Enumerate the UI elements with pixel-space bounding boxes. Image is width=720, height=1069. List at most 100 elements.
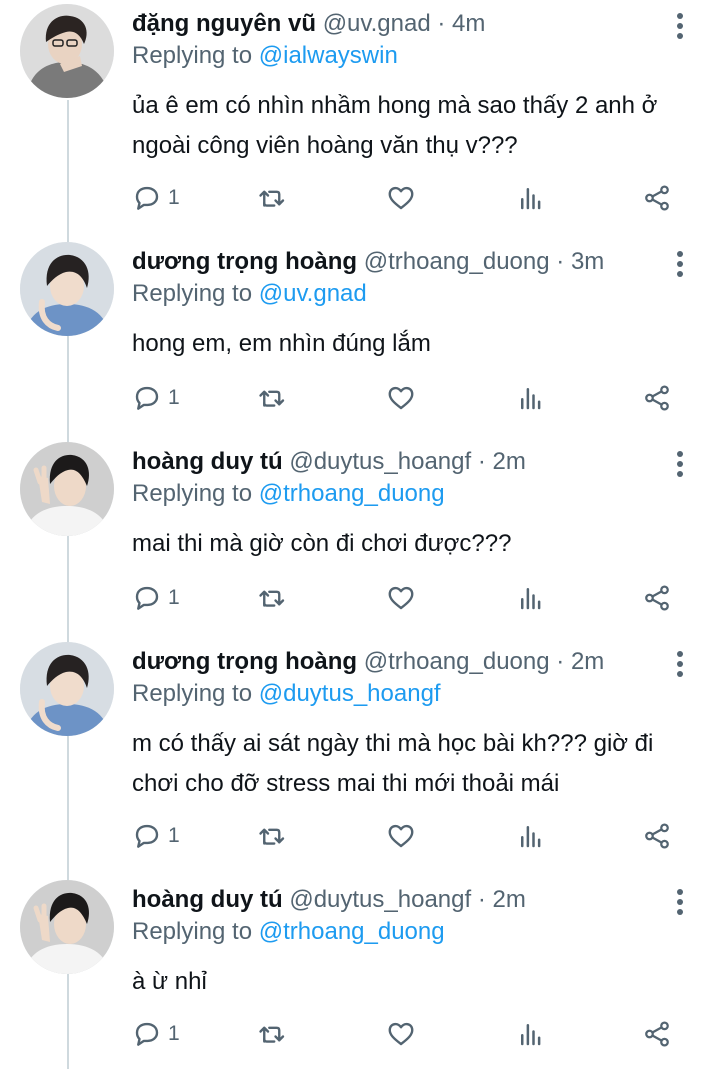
replying-label: Replying to bbox=[132, 918, 253, 945]
user-handle[interactable]: @duytus_hoangf bbox=[289, 886, 471, 913]
like-button[interactable] bbox=[386, 818, 416, 854]
reply-count: 1 bbox=[168, 386, 180, 409]
user-handle[interactable]: @trhoang_duong bbox=[364, 648, 550, 675]
share-button[interactable] bbox=[642, 1016, 672, 1052]
reply-button[interactable]: 1 bbox=[132, 380, 180, 416]
replying-to: Replying to @uv.gnad bbox=[132, 278, 367, 310]
share-icon bbox=[645, 585, 669, 611]
reply-count: 1 bbox=[168, 186, 180, 209]
tweet-text: hong em, em nhìn đúng lắm bbox=[132, 330, 431, 357]
user-handle[interactable]: @uv.gnad bbox=[323, 10, 431, 37]
retweet-button[interactable] bbox=[256, 580, 290, 616]
timestamp[interactable]: 2m bbox=[493, 886, 526, 913]
retweet-icon bbox=[259, 590, 285, 607]
tweet-actions: 1 bbox=[132, 1016, 692, 1052]
replying-label: Replying to bbox=[132, 42, 253, 69]
reply-icon bbox=[135, 824, 159, 848]
retweet-icon bbox=[259, 1026, 285, 1043]
replying-to-handle[interactable]: @trhoang_duong bbox=[259, 918, 445, 945]
tweet-text: à ừ nhỉ bbox=[132, 968, 207, 995]
display-name[interactable]: đặng nguyên vũ bbox=[132, 10, 316, 37]
views-icon bbox=[521, 188, 541, 210]
replying-to-handle[interactable]: @trhoang_duong bbox=[259, 480, 445, 507]
reply-button[interactable]: 1 bbox=[132, 1016, 180, 1052]
timestamp[interactable]: 2m bbox=[571, 648, 604, 675]
retweet-button[interactable] bbox=[256, 180, 290, 216]
display-name[interactable]: hoàng duy tú bbox=[132, 448, 283, 475]
like-button[interactable] bbox=[386, 380, 416, 416]
reply-button[interactable]: 1 bbox=[132, 580, 180, 616]
avatar[interactable] bbox=[20, 880, 114, 974]
views-button[interactable] bbox=[516, 818, 546, 854]
tweet-header: dương trọng hoàng @trhoang_duong · 3m bbox=[132, 246, 604, 278]
separator-dot: · bbox=[437, 10, 446, 37]
share-button[interactable] bbox=[642, 380, 672, 416]
reply-button[interactable]: 1 bbox=[132, 818, 180, 854]
like-button[interactable] bbox=[386, 1016, 416, 1052]
tweet-actions: 1 bbox=[132, 180, 692, 216]
tweet-text: m có thấy ai sát ngày thi mà học bài kh?… bbox=[132, 730, 654, 797]
more-options-icon[interactable] bbox=[668, 10, 692, 42]
views-button[interactable] bbox=[516, 580, 546, 616]
more-options-icon[interactable] bbox=[668, 248, 692, 280]
tweet-actions: 1 bbox=[132, 380, 692, 416]
more-options-icon[interactable] bbox=[668, 648, 692, 680]
display-name[interactable]: dương trọng hoàng bbox=[132, 648, 357, 675]
reply-icon bbox=[135, 386, 159, 410]
replying-to-handle[interactable]: @uv.gnad bbox=[259, 280, 367, 307]
share-button[interactable] bbox=[642, 180, 672, 216]
separator-dot: · bbox=[556, 248, 565, 275]
reply-count: 1 bbox=[168, 586, 180, 609]
share-icon bbox=[645, 385, 669, 411]
avatar[interactable] bbox=[20, 442, 114, 536]
replying-to-handle[interactable]: @duytus_hoangf bbox=[259, 680, 441, 707]
replying-to: Replying to @duytus_hoangf bbox=[132, 678, 441, 710]
heart-icon bbox=[388, 186, 414, 210]
replying-label: Replying to bbox=[132, 680, 253, 707]
views-button[interactable] bbox=[516, 380, 546, 416]
avatar[interactable] bbox=[20, 4, 114, 98]
timestamp[interactable]: 4m bbox=[452, 10, 485, 37]
reply-thread: đặng nguyên vũ @uv.gnad · 4m Replying to… bbox=[0, 0, 720, 1069]
reply-count: 1 bbox=[168, 824, 180, 847]
retweet-icon bbox=[259, 828, 285, 845]
replying-to: Replying to @ialwayswin bbox=[132, 40, 398, 72]
like-button[interactable] bbox=[386, 180, 416, 216]
share-button[interactable] bbox=[642, 818, 672, 854]
retweet-button[interactable] bbox=[256, 818, 290, 854]
replying-to: Replying to @trhoang_duong bbox=[132, 916, 445, 948]
views-button[interactable] bbox=[516, 180, 546, 216]
retweet-button[interactable] bbox=[256, 1016, 290, 1052]
views-icon bbox=[521, 388, 541, 410]
retweet-button[interactable] bbox=[256, 380, 290, 416]
avatar[interactable] bbox=[20, 642, 114, 736]
tweet-actions: 1 bbox=[132, 580, 692, 616]
share-button[interactable] bbox=[642, 580, 672, 616]
reply-button[interactable]: 1 bbox=[132, 180, 180, 216]
replying-label: Replying to bbox=[132, 480, 253, 507]
replying-label: Replying to bbox=[132, 280, 253, 307]
user-handle[interactable]: @duytus_hoangf bbox=[289, 448, 471, 475]
views-button[interactable] bbox=[516, 1016, 546, 1052]
views-icon bbox=[521, 1024, 541, 1046]
more-options-icon[interactable] bbox=[668, 448, 692, 480]
tweet-header: hoàng duy tú @duytus_hoangf · 2m bbox=[132, 446, 526, 478]
views-icon bbox=[521, 588, 541, 610]
tweet-header: đặng nguyên vũ @uv.gnad · 4m bbox=[132, 8, 485, 40]
user-handle[interactable]: @trhoang_duong bbox=[364, 248, 550, 275]
reply-icon bbox=[135, 586, 159, 610]
timestamp[interactable]: 2m bbox=[493, 448, 526, 475]
separator-dot: · bbox=[477, 886, 486, 913]
timestamp[interactable]: 3m bbox=[571, 248, 604, 275]
more-options-icon[interactable] bbox=[668, 886, 692, 918]
replying-to: Replying to @trhoang_duong bbox=[132, 478, 445, 510]
like-button[interactable] bbox=[386, 580, 416, 616]
heart-icon bbox=[388, 824, 414, 848]
replying-to-handle[interactable]: @ialwayswin bbox=[259, 42, 398, 69]
display-name[interactable]: hoàng duy tú bbox=[132, 886, 283, 913]
retweet-icon bbox=[259, 390, 285, 407]
avatar[interactable] bbox=[20, 242, 114, 336]
display-name[interactable]: dương trọng hoàng bbox=[132, 248, 357, 275]
share-icon bbox=[645, 1021, 669, 1047]
heart-icon bbox=[388, 386, 414, 410]
